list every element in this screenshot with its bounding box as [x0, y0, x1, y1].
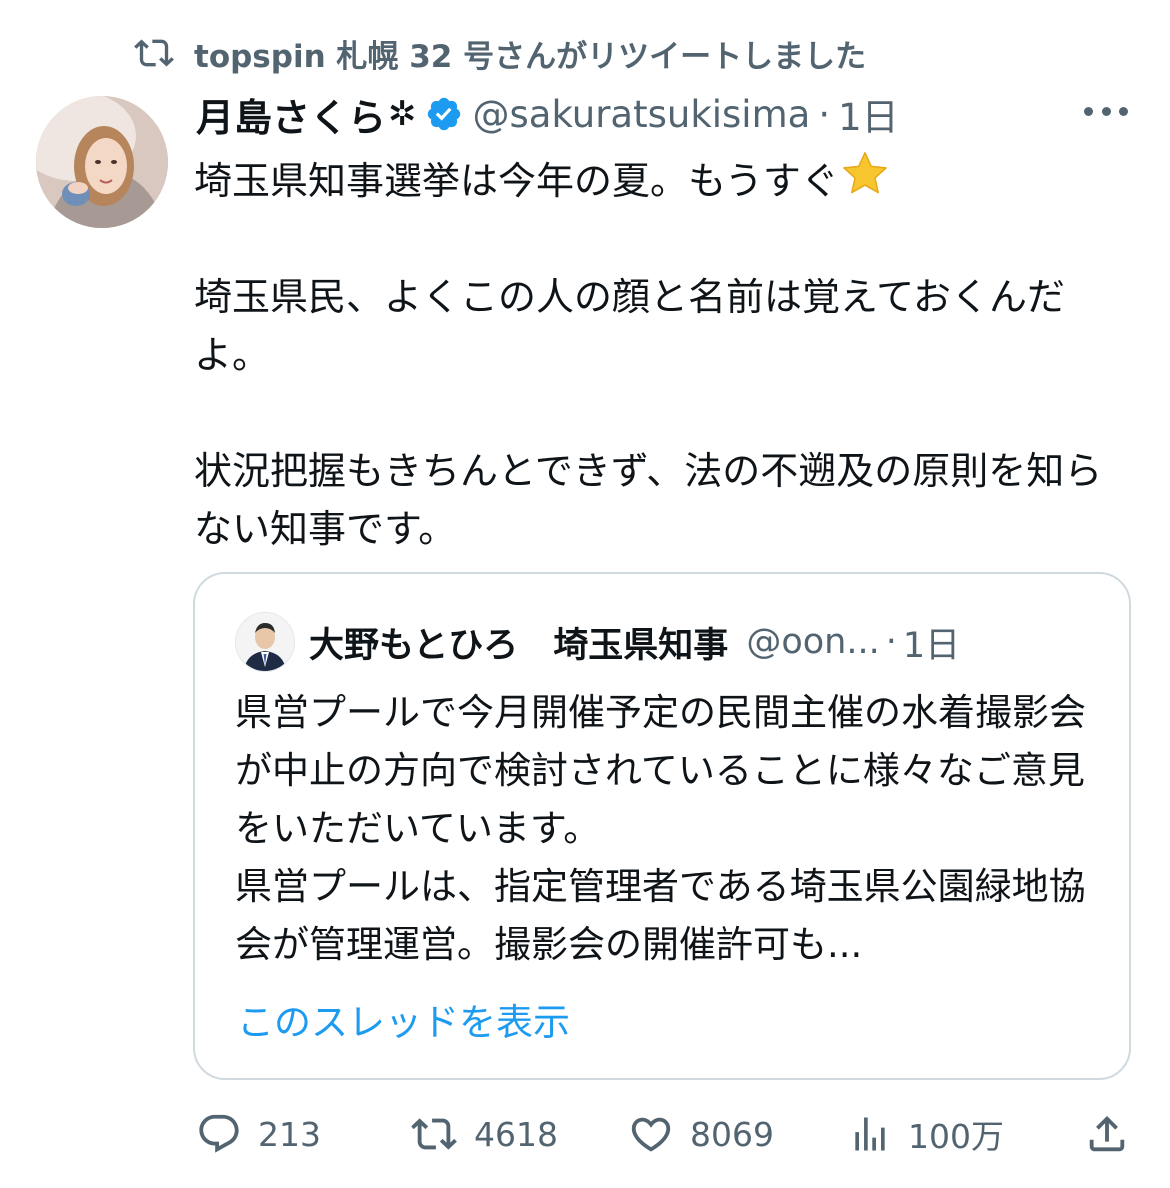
quoted-tweet-timestamp: 1日 — [902, 625, 961, 666]
retweet-banner-text: topspin 札幌 32 号さんがリツイートしました — [194, 38, 867, 75]
retweet-action-icon — [411, 1118, 457, 1150]
quoted-header-separator: · — [885, 622, 897, 662]
like-button[interactable]: 8069 — [628, 1106, 774, 1162]
tweet-text-rest: 埼玉県民、よくこの人の顔と名前は覚えておくんだよ。 状況把握もきちんとできず、法… — [194, 275, 1103, 551]
quoted-tweet-header: 大野もとひろ 埼玉県知事 @oon... · 1日 — [235, 612, 960, 672]
heart-icon — [631, 1117, 671, 1152]
reply-count: 213 — [258, 1114, 321, 1154]
tweet-header: 月島さくら ✲ @sakuratsukisima · 1日 — [196, 88, 899, 140]
retweet-count: 4618 — [474, 1114, 558, 1154]
retweet-icon — [134, 39, 174, 67]
retweet-button[interactable]: 4618 — [410, 1106, 558, 1162]
retweet-banner[interactable]: topspin 札幌 32 号さんがリツイートしました — [132, 30, 866, 76]
reply-button[interactable]: 213 — [196, 1106, 321, 1162]
verified-badge-icon — [427, 97, 460, 131]
author-avatar[interactable] — [36, 96, 168, 228]
quoted-tweet-text: 県営プールで今月開催予定の民間主催の水着撮影会が中止の方向で検討されていることに… — [235, 691, 1086, 966]
quoted-author-name: 大野もとひろ 埼玉県知事 — [309, 625, 729, 666]
author-handle[interactable]: @sakuratsukisima — [473, 93, 811, 136]
share-button[interactable] — [1084, 1106, 1146, 1162]
more-options-icon[interactable] — [1084, 96, 1128, 126]
quoted-author-handle: @oon... — [746, 622, 880, 662]
quoted-tweet-card[interactable]: 大野もとひろ 埼玉県知事 @oon... · 1日 県営プールで今月開催予定の民… — [193, 572, 1131, 1080]
header-separator: · — [818, 92, 831, 136]
quoted-author-avatar — [235, 612, 295, 672]
tweet-text: 埼玉県知事選挙は今年の夏。もうすぐ 埼玉県民、よくこの人の顔と名前は覚えておくん… — [194, 148, 1134, 558]
tweet-text-first: 埼玉県知事選挙は今年の夏。もうすぐ — [194, 159, 839, 203]
views-chart-icon — [855, 1117, 885, 1151]
views-count: 100万 — [908, 1117, 1004, 1156]
show-thread-link[interactable]: このスレッドを表示 — [237, 992, 570, 1046]
name-suffix-symbol: ✲ — [388, 94, 417, 134]
author-avatar-image — [36, 96, 168, 228]
reply-icon — [199, 1114, 239, 1153]
tweet-timestamp[interactable]: 1日 — [838, 87, 899, 141]
tweet-actions-bar: 213 4618 8069 100万 — [196, 1106, 1136, 1162]
views-button[interactable]: 100万 — [848, 1106, 1004, 1162]
author-display-name[interactable]: 月島さくら — [196, 87, 386, 142]
share-icon — [1089, 1115, 1125, 1152]
quoted-avatar-image — [236, 613, 294, 671]
like-count: 8069 — [690, 1114, 774, 1154]
star-emoji-icon — [843, 152, 887, 194]
